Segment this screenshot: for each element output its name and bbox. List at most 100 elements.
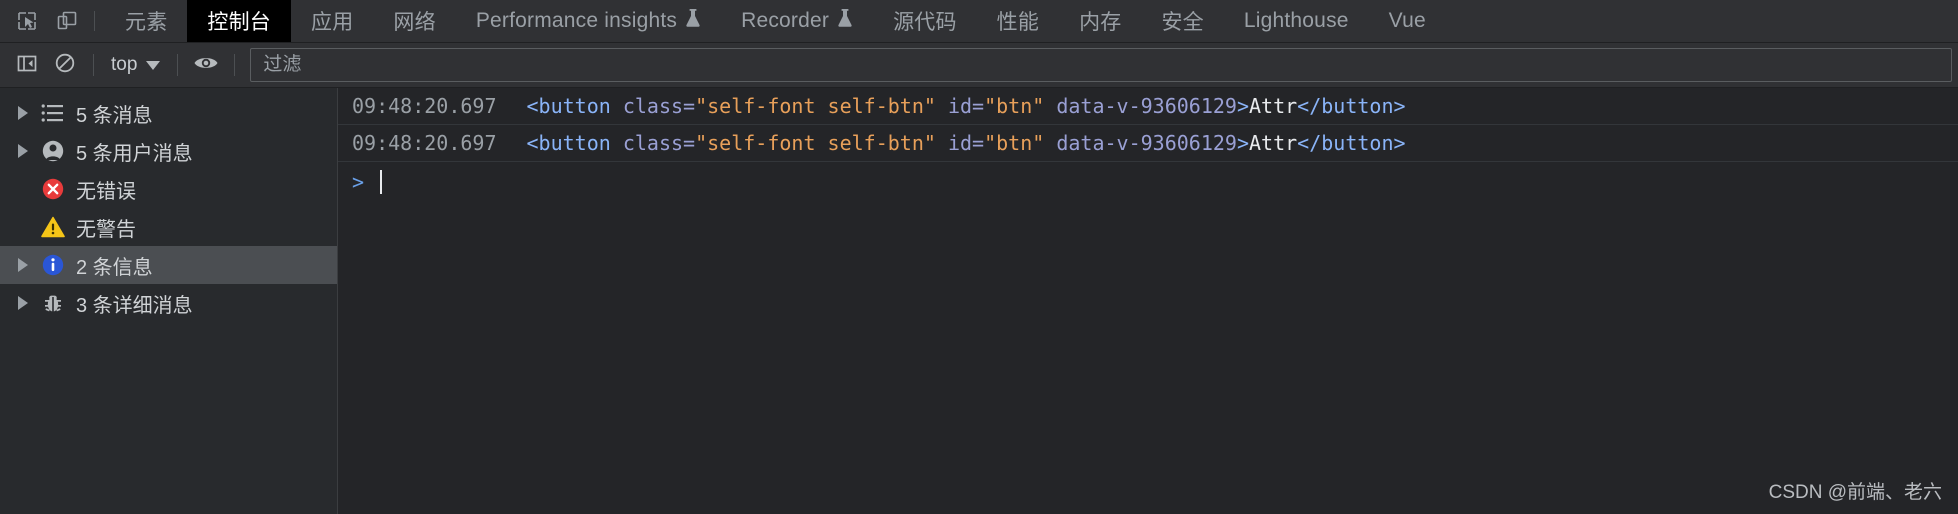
live-expression-button[interactable] [187,48,225,82]
sidebar-item-messages[interactable]: 5 条消息 [0,94,337,132]
tabbar-left-icons [0,0,105,42]
tabbar-divider [94,11,95,31]
tag-close-token: </button> [1297,94,1406,118]
console-sidebar-toggle-icon [16,52,38,79]
sidebar-item-errors[interactable]: 无错误 [0,170,337,208]
tab-label: 元素 [125,11,168,34]
text-cursor [380,170,383,194]
experimental-flask-icon [837,8,853,34]
tab-memory[interactable]: 内存 [1059,0,1141,42]
message-timestamp: 09:48:20.697 [352,131,497,155]
tab-label: Performance insights [475,9,678,32]
attr-name-token: class= [622,131,696,155]
tab-label: 性能 [996,11,1040,34]
tab-sources[interactable]: 源代码 [873,0,977,42]
console-prompt-row[interactable]: > [338,162,1958,202]
message-list-icon [36,103,70,123]
tag-open-token: <button [526,94,623,118]
user-message-icon [36,139,70,163]
devtools-window: 元素 控制台 应用 网络 Performance insights Record… [0,0,1958,514]
verbose-bug-icon [36,291,70,315]
sidebar-item-label: 无警告 [76,218,136,241]
console-filter-wrapper[interactable] [250,48,1952,82]
tab-elements[interactable]: 元素 [105,0,187,42]
expand-twisty-icon[interactable] [10,106,36,120]
console-sidebar: 5 条消息 5 条用户消息 无错误 无警告 2 条信息 3 条详细消息 [0,88,338,514]
device-toolbar-button[interactable] [50,4,84,38]
message-content: <button class="self-font self-btn" id="b… [527,131,1406,155]
tab-label: 内存 [1079,11,1122,34]
tab-vue[interactable]: Vue [1369,0,1446,42]
tag-open-end-token: > [1236,94,1249,118]
console-filter-input[interactable] [261,53,1941,77]
tag-close-token: </button> [1297,131,1406,155]
sidebar-item-label: 3 条详细消息 [76,294,193,317]
attr-value-token: "btn" [984,94,1045,118]
toolbar-divider [177,54,179,76]
expand-twisty-icon[interactable] [10,144,36,158]
sidebar-item-label: 2 条信息 [76,256,153,279]
tab-performance[interactable]: 性能 [977,0,1059,42]
tab-network[interactable]: 网络 [373,0,455,42]
device-toolbar-icon [56,10,78,32]
tab-recorder[interactable]: Recorder [721,0,873,42]
live-expression-eye-icon [193,53,219,78]
prompt-chevron-icon: > [352,170,365,194]
tab-performance-insights[interactable]: Performance insights [456,0,721,42]
tab-list: 元素 控制台 应用 网络 Performance insights Record… [105,0,1958,42]
clear-console-icon [54,52,76,79]
sidebar-item-label: 5 条用户消息 [76,142,193,165]
attr-name-token: data-v-93606129 [1044,131,1237,155]
toolbar-divider [93,54,94,76]
expand-twisty-icon[interactable] [10,258,36,272]
sidebar-item-label: 无错误 [76,180,136,203]
attr-name-token: id= [935,131,985,155]
console-body: 5 条消息 5 条用户消息 无错误 无警告 2 条信息 3 条详细消息 09:4… [0,88,1958,514]
inspect-element-icon [16,10,38,32]
tag-open-end-token: > [1236,131,1249,155]
console-message-row[interactable]: 09:48:20.697 <button class="self-font se… [338,125,1958,162]
attr-value-token: "self-font self-btn" [695,94,936,118]
sidebar-item-label: 5 条消息 [76,104,153,127]
sidebar-item-user-messages[interactable]: 5 条用户消息 [0,132,337,170]
tab-label: Recorder [741,9,830,32]
element-text-token: Attr [1249,131,1298,155]
console-toolbar: top [0,43,1958,88]
sidebar-item-warnings[interactable]: 无警告 [0,208,337,246]
chevron-down-icon [146,60,161,70]
clear-console-button[interactable] [46,48,84,82]
execution-context-label: top [111,54,138,75]
tab-application[interactable]: 应用 [291,0,373,42]
message-timestamp: 09:48:20.697 [352,94,497,118]
sidebar-item-verbose[interactable]: 3 条详细消息 [0,284,337,322]
attr-name-token: class= [622,94,696,118]
inspect-element-button[interactable] [10,4,44,38]
expand-twisty-icon[interactable] [10,296,36,310]
warning-icon [36,216,70,238]
attr-name-token: data-v-93606129 [1044,94,1237,118]
experimental-flask-icon [685,8,701,34]
message-content: <button class="self-font self-btn" id="b… [527,94,1406,118]
tab-lighthouse[interactable]: Lighthouse [1224,0,1369,42]
devtools-tabbar: 元素 控制台 应用 网络 Performance insights Record… [0,0,1958,43]
tab-label: 源代码 [893,11,957,34]
error-icon [36,177,70,201]
console-message-row[interactable]: 09:48:20.697 <button class="self-font se… [338,88,1958,125]
console-empty-area [338,202,1958,514]
attr-value-token: "self-font self-btn" [695,131,936,155]
csdn-watermark: CSDN @前端、老六 [1768,482,1942,503]
tab-label: Lighthouse [1243,9,1349,32]
tab-label: 应用 [311,11,354,34]
sidebar-item-info[interactable]: 2 条信息 [0,246,337,284]
toolbar-divider [234,54,236,76]
execution-context-selector[interactable]: top [103,49,168,81]
console-sidebar-toggle-button[interactable] [8,48,46,82]
tag-open-token: <button [526,131,623,155]
tab-security[interactable]: 安全 [1141,0,1223,42]
console-message-list: 09:48:20.697 <button class="self-font se… [338,88,1958,514]
tab-label: 网络 [393,11,436,34]
info-icon [36,253,70,277]
attr-value-token: "btn" [984,131,1045,155]
tab-console[interactable]: 控制台 [187,0,292,42]
attr-name-token: id= [935,94,985,118]
